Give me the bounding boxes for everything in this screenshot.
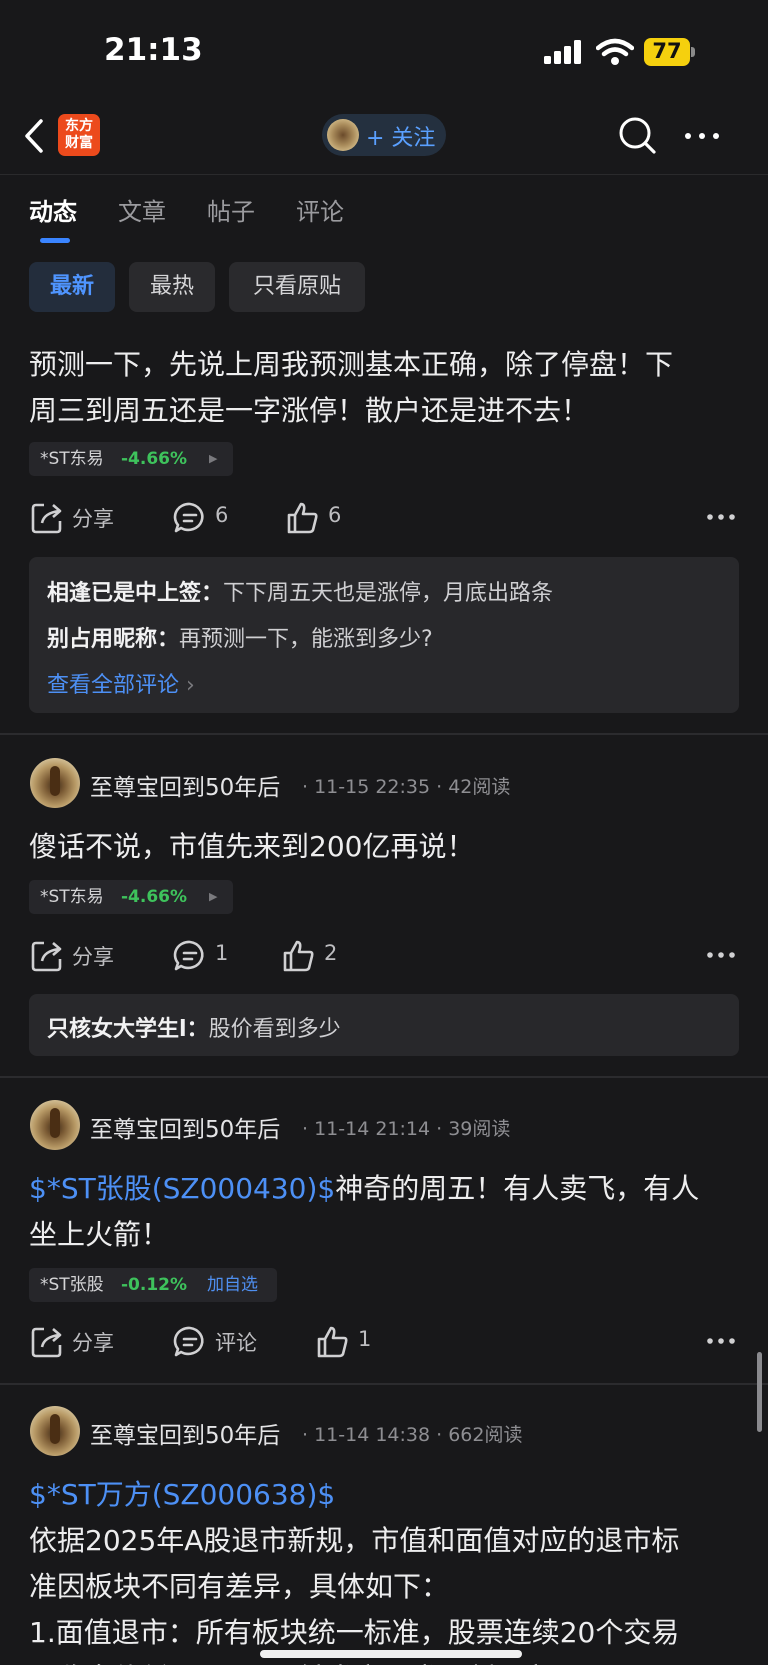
- reply-item: 只核女大学生l：股价看到多少: [47, 1017, 341, 1042]
- reply-item: 别占用昵称：再预测一下，能涨到多少?: [47, 627, 433, 652]
- tab-dynamics[interactable]: 动态: [29, 192, 77, 227]
- post-more-icon[interactable]: [706, 950, 736, 960]
- stock-tag[interactable]: *ST东易 -4.66% ▶: [29, 880, 233, 914]
- post-more-icon[interactable]: [706, 512, 736, 522]
- stock-link[interactable]: $*ST万方(SZ000638)$: [29, 1472, 741, 1518]
- search-icon[interactable]: [618, 116, 658, 156]
- home-indicator[interactable]: [260, 1650, 522, 1658]
- share-icon: [31, 503, 62, 534]
- comment-preview-box[interactable]: 相逢已是中上签：下下周五天也是涨停，月底出路条 别占用昵称：再预测一下，能涨到多…: [29, 557, 739, 713]
- thumbs-up-icon: [287, 502, 318, 534]
- scrollbar[interactable]: [757, 1352, 762, 1432]
- follow-button[interactable]: + 关注: [322, 114, 446, 156]
- share-label: 分享: [72, 945, 114, 969]
- stock-name: *ST东易: [40, 887, 104, 907]
- stock-tag[interactable]: *ST张股 -0.12% 加自选: [29, 1268, 277, 1302]
- follow-label: + 关注: [366, 126, 436, 151]
- filter-latest[interactable]: 最新: [29, 262, 115, 312]
- post-2-header: 至尊宝回到50年后 · 11-15 22:35 · 42阅读: [0, 758, 768, 812]
- stock-change: -0.12%: [121, 1275, 188, 1295]
- post-3-header: 至尊宝回到50年后 · 11-14 21:14 · 39阅读: [0, 1100, 768, 1154]
- add-watchlist-button[interactable]: 加自选: [207, 1268, 258, 1302]
- tab-posts[interactable]: 帖子: [207, 192, 255, 227]
- post-2-text[interactable]: 傻话不说，市值先来到200亿再说！: [29, 824, 741, 870]
- tab-comments[interactable]: 评论: [296, 192, 344, 227]
- status-bar: 21:13 77: [0, 0, 768, 100]
- share-icon: [31, 1327, 62, 1358]
- share-icon: [31, 941, 62, 972]
- comment-count: 6: [215, 503, 229, 527]
- like-count: 2: [324, 941, 338, 965]
- active-tab-indicator: [40, 238, 70, 243]
- comment-icon: [173, 502, 204, 533]
- profile-tabs: 动态 文章 帖子 评论: [0, 188, 768, 248]
- stock-link[interactable]: $*ST张股(SZ000430)$: [29, 1172, 335, 1205]
- view-all-comments-link[interactable]: 查看全部评论 ›: [47, 667, 195, 699]
- author-avatar: [327, 119, 359, 151]
- logo-text-2: 财富: [65, 135, 93, 151]
- filter-original-only[interactable]: 只看原贴: [229, 262, 365, 312]
- logo-text-1: 东方: [65, 118, 93, 134]
- post-meta: · 11-14 14:38 · 662阅读: [302, 1424, 523, 1446]
- comment-preview-box[interactable]: 只核女大学生l：股价看到多少: [29, 994, 739, 1056]
- filter-bar: 最新 最热 只看原贴: [0, 262, 768, 312]
- divider: [0, 1076, 768, 1078]
- stock-change: -4.66%: [121, 449, 188, 469]
- comment-icon: [173, 940, 204, 971]
- app-logo: 东方 财富: [58, 114, 100, 156]
- user-avatar[interactable]: [30, 1100, 80, 1150]
- comment-count: 1: [215, 941, 229, 965]
- back-arrow-icon[interactable]: [22, 118, 46, 154]
- author-name[interactable]: 至尊宝回到50年后: [90, 1416, 280, 1450]
- thumbs-up-icon: [317, 1326, 348, 1358]
- stock-change: -4.66%: [121, 887, 188, 907]
- share-label: 分享: [72, 507, 114, 531]
- user-avatar[interactable]: [30, 1406, 80, 1456]
- tab-articles[interactable]: 文章: [118, 192, 166, 227]
- battery-level: 77: [652, 39, 682, 63]
- stock-name: *ST东易: [40, 449, 104, 469]
- post-4-header: 至尊宝回到50年后 · 11-14 14:38 · 662阅读: [0, 1406, 768, 1460]
- stock-name: *ST张股: [40, 1275, 104, 1295]
- caret-right-icon: ▶: [209, 452, 218, 465]
- post-3-text[interactable]: $*ST张股(SZ000430)$神奇的周五！有人卖飞，有人 坐上火箭！: [29, 1166, 741, 1258]
- post-actions: 分享 评论 1: [0, 1322, 768, 1362]
- filter-hottest[interactable]: 最热: [129, 262, 215, 312]
- thumbs-up-icon: [283, 940, 314, 972]
- share-label: 分享: [72, 1331, 114, 1355]
- post-4-text[interactable]: $*ST万方(SZ000638)$ 依据2025年A股退市新规，市值和面值对应的…: [29, 1472, 741, 1665]
- cellular-signal-icon: [544, 40, 581, 64]
- more-icon[interactable]: [682, 116, 722, 156]
- divider: [0, 733, 768, 735]
- post-more-icon[interactable]: [706, 1336, 736, 1346]
- like-count: 6: [328, 503, 342, 527]
- reply-item: 相逢已是中上签：下下周五天也是涨停，月底出路条: [47, 581, 554, 606]
- post-1-text[interactable]: 预测一下，先说上周我预测基本正确，除了停盘！下 周三到周五还是一字涨停！散户还是…: [29, 342, 741, 434]
- stock-tag[interactable]: *ST东易 -4.66% ▶: [29, 442, 233, 476]
- battery-icon: 77: [644, 38, 696, 66]
- post-actions: 分享 1 2: [0, 936, 768, 976]
- caret-right-icon: ▶: [209, 890, 218, 903]
- post-meta: · 11-15 22:35 · 42阅读: [302, 776, 511, 798]
- author-name[interactable]: 至尊宝回到50年后: [90, 768, 280, 802]
- post-actions: 分享 6 6: [0, 498, 768, 538]
- divider: [0, 1383, 768, 1385]
- comment-label: 评论: [215, 1331, 257, 1355]
- like-count: 1: [358, 1327, 372, 1351]
- user-avatar[interactable]: [30, 758, 80, 808]
- post-meta: · 11-14 21:14 · 39阅读: [302, 1118, 511, 1140]
- comment-icon: [173, 1326, 204, 1357]
- author-name[interactable]: 至尊宝回到50年后: [90, 1110, 280, 1144]
- status-time: 21:13: [104, 32, 203, 68]
- nav-bar: 东方 财富 + 关注: [0, 100, 768, 175]
- wifi-icon: [596, 38, 634, 65]
